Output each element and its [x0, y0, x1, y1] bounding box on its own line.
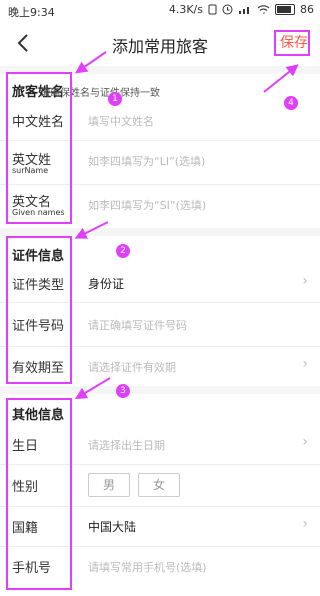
annotation-arrow-2 — [74, 221, 109, 239]
annotation-arrow-4 — [263, 64, 299, 93]
annotation-badge-3: 3 — [116, 384, 130, 398]
annotation-badge-2: 2 — [116, 244, 130, 258]
annotation-arrows — [74, 51, 299, 400]
annotation-arrow-1 — [75, 51, 107, 74]
annotation-badge-1: 1 — [108, 92, 122, 106]
annotation-badge-4: 4 — [284, 96, 298, 110]
annotation-arrow-3 — [74, 377, 111, 400]
